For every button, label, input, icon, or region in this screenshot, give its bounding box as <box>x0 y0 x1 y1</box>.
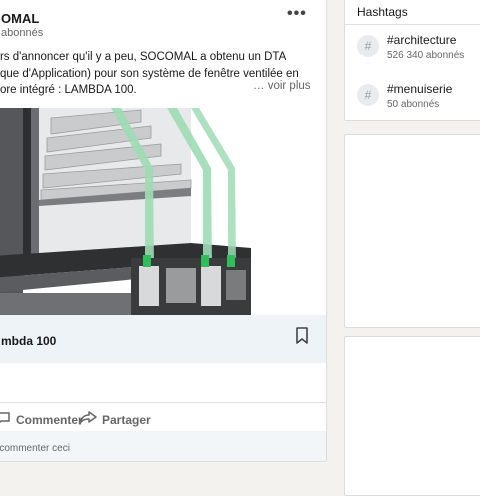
comment-icon <box>0 411 11 428</box>
hashtag-item[interactable]: # #menuiserie 50 abonnés <box>357 82 452 110</box>
share-button[interactable]: Partager <box>79 411 151 428</box>
hashtag-name[interactable]: #menuiserie <box>387 82 452 96</box>
hashtags-card: Hashtags # #architecture 526 340 abonnés… <box>344 0 480 121</box>
share-label: Partager <box>102 412 151 427</box>
comment-prompt-text: a commenter ceci <box>0 443 70 454</box>
comment-label: Commenter <box>16 412 83 427</box>
comment-button[interactable]: Commenter <box>0 411 83 428</box>
more-options-icon[interactable]: ••• <box>287 5 307 23</box>
see-more-link[interactable]: … voir plus <box>253 80 311 92</box>
author-name[interactable]: OMAL <box>1 11 39 26</box>
post-text-line: iers d'annoncer qu'il y a peu, SOCOMAL a… <box>0 51 287 63</box>
hashtag-name[interactable]: #architecture <box>387 33 464 47</box>
hashtag-followers: 526 340 abonnés <box>387 50 465 61</box>
hashtag-followers: 50 abonnés <box>387 99 440 110</box>
hashtag-item[interactable]: # #architecture 526 340 abonnés <box>357 33 464 61</box>
sidebar-placeholder-card <box>344 336 480 496</box>
author-follower-count: abonnés <box>1 27 44 39</box>
hashtag-icon: # <box>357 35 379 57</box>
link-preview-title[interactable]: mbda 100 <box>1 334 56 348</box>
feed-post-card: OMAL abonnés ••• iers d'annoncer qu'il y… <box>0 0 327 462</box>
actions-divider <box>0 402 326 403</box>
bookmark-icon[interactable] <box>295 327 309 350</box>
share-icon <box>79 411 97 428</box>
hashtags-divider <box>345 24 480 25</box>
post-image[interactable] <box>0 108 326 315</box>
sidebar-placeholder-card <box>344 134 480 328</box>
hashtags-header: Hashtags <box>357 5 408 19</box>
hashtag-icon: # <box>357 84 379 106</box>
window-profile-illustration <box>0 108 326 315</box>
